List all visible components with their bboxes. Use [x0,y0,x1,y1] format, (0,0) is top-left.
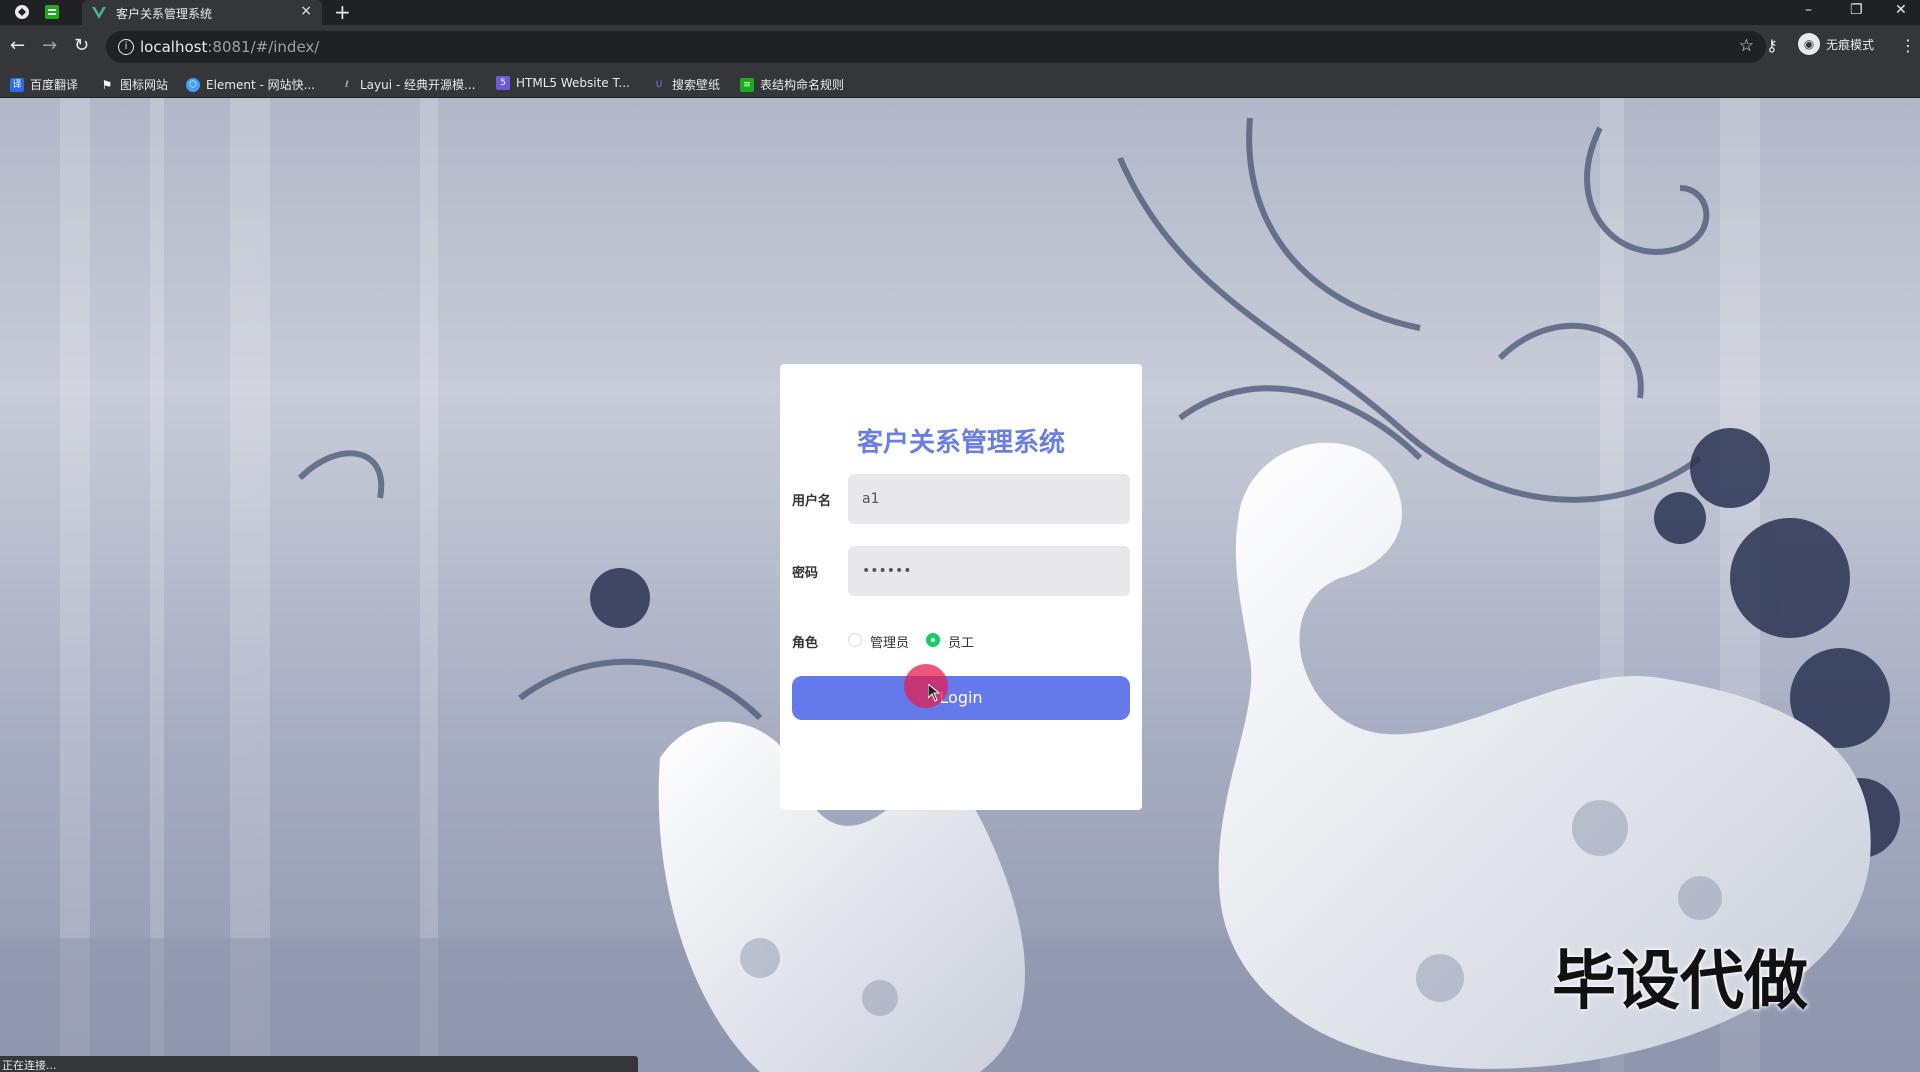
status-text: 正在连接... [2,1059,57,1072]
back-arrow-icon[interactable]: ← [10,35,25,57]
bookmark-label: 表结构命名规则 [760,78,845,92]
bookmark-item[interactable]: ⬡ Element - 网站快... [186,76,315,93]
bookmark-item[interactable]: U 搜索壁纸 [652,76,720,93]
tab-title: 客户关系管理系统 [116,7,213,21]
bookmarks-bar: 译 百度翻译 ⚑ 图标网站 ⬡ Element - 网站快... ℓ Layui… [0,69,1920,98]
role-row: 角色 管理员 员工 [792,630,1130,651]
role-radio-admin[interactable] [848,633,862,647]
bookmark-label: 图标网站 [120,78,169,92]
login-title: 客户关系管理系统 [856,428,1065,458]
bookmark-label: HTML5 Website T... [516,76,630,90]
restore-icon[interactable]: ❐ [1850,2,1863,18]
role-label: 角色 [792,636,819,651]
forward-arrow-icon[interactable]: → [42,35,57,57]
translate-icon: 译 [10,77,24,92]
bookmark-item[interactable]: ⚑ 图标网站 [100,76,168,93]
page-viewport: 客户关系管理系统 用户名 密码 角色 管理员 员工 Login 毕设代做 [0,98,1920,1072]
browser-logo-icon[interactable] [14,4,30,20]
url-text[interactable]: localhost:8081/#/index/ [140,38,319,56]
tab-strip: 客户关系管理系统 × + – ❐ ✕ [0,0,1920,25]
username-label: 用户名 [792,494,832,509]
close-window-icon[interactable]: ✕ [1895,2,1907,18]
html5-template-icon: 5 [496,76,510,90]
vue-logo-icon [92,5,106,19]
watermark-text: 毕设代做 [1552,945,1808,1019]
reload-icon[interactable]: ↻ [74,35,89,57]
status-bar: 正在连接... [0,1056,638,1072]
login-card: 客户关系管理系统 用户名 密码 角色 管理员 员工 Login [780,364,1142,810]
password-label: 密码 [792,566,819,581]
bookmark-star-icon[interactable]: ☆ [1739,36,1754,56]
pinned-tab-icon[interactable] [44,4,60,20]
incognito-indicator[interactable]: ◉ 无痕模式 [1798,33,1874,55]
bookmark-item[interactable]: ℓ Layui - 经典开源模... [340,76,475,93]
mouse-cursor-icon [927,682,941,706]
click-indicator [904,664,948,708]
password-row: 密码 [792,546,1130,596]
doc-icon: ≡ [740,77,754,92]
layui-icon: ℓ [345,79,349,90]
role-option-employee[interactable]: 员工 [948,632,974,651]
bookmark-label: Element - 网站快... [206,78,316,92]
bookmark-item[interactable]: ≡ 表结构命名规则 [740,76,844,93]
incognito-label: 无痕模式 [1826,37,1875,52]
bookmark-item[interactable]: 译 百度翻译 [10,76,78,93]
flag-icon: ⚑ [101,77,113,92]
bookmark-label: Layui - 经典开源模... [360,78,476,92]
site-info-icon[interactable]: i [118,39,134,55]
more-menu-icon[interactable]: ⋮ [1900,36,1916,55]
username-row: 用户名 [792,474,1130,524]
bookmark-label: 百度翻译 [30,78,79,92]
bookmark-item[interactable]: 5 HTML5 Website T... [496,76,630,90]
element-icon: ⬡ [186,77,200,92]
url-path: :8081/#/index/ [207,38,320,56]
username-input[interactable] [848,474,1130,524]
minimize-icon[interactable]: – [1805,2,1812,18]
tab-close-icon[interactable]: × [300,3,312,19]
key-icon[interactable]: ⚷ [1766,36,1778,55]
wallpaper-icon: U [655,79,663,90]
login-button[interactable]: Login [792,676,1130,720]
incognito-avatar-icon: ◉ [1798,33,1820,55]
url-host: localhost [140,38,208,56]
browser-toolbar: ← → ↻ i localhost:8081/#/index/ ☆ [0,25,1920,69]
password-input[interactable] [848,546,1130,596]
role-option-admin[interactable]: 管理员 [870,632,909,651]
address-bar[interactable]: i localhost:8081/#/index/ ☆ [106,31,1766,63]
tab-active[interactable]: 客户关系管理系统 × [82,0,322,25]
bookmark-label: 搜索壁纸 [672,78,721,92]
role-radio-employee[interactable] [926,633,940,647]
new-tab-button[interactable]: + [334,1,351,23]
